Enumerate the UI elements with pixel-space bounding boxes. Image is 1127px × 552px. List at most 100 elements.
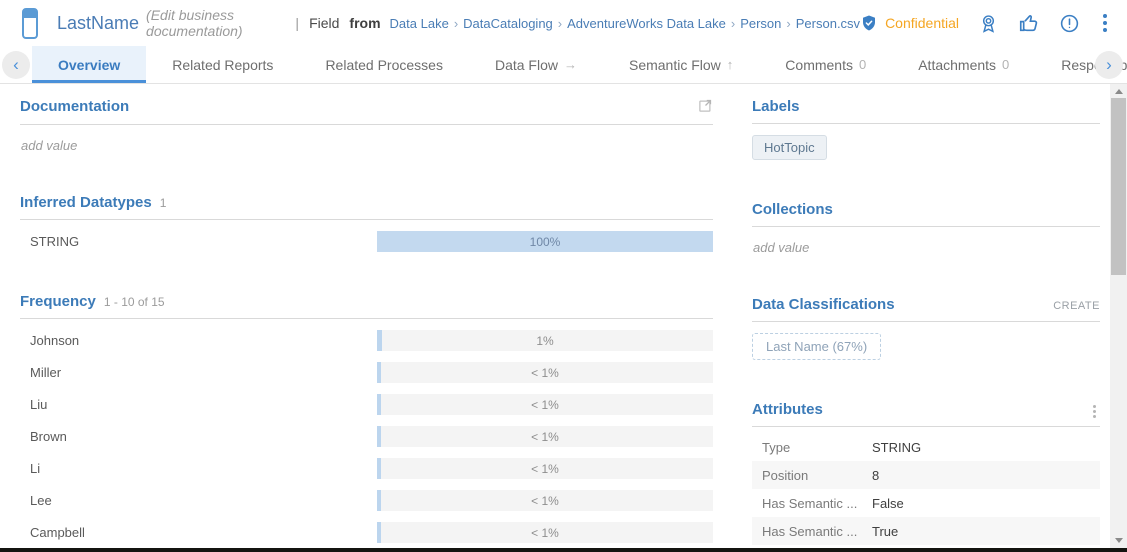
attributes-kebab-menu-icon[interactable] — [1093, 405, 1096, 418]
frequency-row: Miller < 1% — [20, 362, 713, 383]
scrollbar-down-button[interactable] — [1110, 533, 1127, 548]
tab-attachments[interactable]: Attachments0 — [892, 46, 1035, 83]
frequency-label: Liu — [20, 397, 377, 412]
main-content: Documentation add value Inferred Datatyp… — [20, 84, 713, 552]
tabs: Overview Related Reports Related Process… — [32, 46, 1127, 83]
attribute-value: STRING — [872, 440, 921, 455]
kebab-menu-icon[interactable] — [1099, 12, 1111, 34]
create-button[interactable]: CREATE — [1053, 300, 1100, 312]
frequency-bar-fill — [377, 330, 382, 351]
frequency-bar: < 1% — [377, 522, 713, 543]
frequency-bar-fill — [377, 362, 381, 383]
arrow-up-icon: ↑ — [727, 57, 734, 72]
datatype-row: STRING 100% — [20, 231, 713, 252]
field-column-icon — [22, 8, 38, 39]
frequency-label: Miller — [20, 365, 377, 380]
attributes-section-header: Attributes — [752, 387, 1100, 427]
field-column-icon-cap — [24, 10, 36, 18]
frequency-label: Li — [20, 461, 377, 476]
data-classifications-title: Data Classifications — [752, 296, 895, 313]
award-ribbon-icon[interactable] — [978, 13, 999, 34]
tabs-scroll-left-button[interactable]: ‹ — [2, 51, 30, 79]
frequency-bar: < 1% — [377, 362, 713, 383]
comments-count: 0 — [859, 57, 866, 72]
classification-label: Confidential — [885, 15, 959, 31]
frequency-row: Lee < 1% — [20, 490, 713, 511]
tab-semantic-flow[interactable]: Semantic Flow↑ — [603, 46, 759, 83]
labels-chips: HotTopic — [752, 124, 1100, 160]
frequency-value: < 1% — [531, 494, 559, 508]
tab-data-flow[interactable]: Data Flow→ — [469, 46, 603, 83]
attachments-count: 0 — [1002, 57, 1009, 72]
vertical-scrollbar[interactable] — [1110, 84, 1127, 548]
frequency-row: Johnson 1% — [20, 330, 713, 351]
edit-documentation-link[interactable]: (Edit business documentation) — [146, 7, 285, 39]
collections-section-header: Collections — [752, 187, 1100, 227]
frequency-bar-fill — [377, 490, 381, 511]
inferred-datatypes-title: Inferred Datatypes — [20, 194, 152, 211]
exclamation-circle-icon[interactable] — [1059, 13, 1080, 34]
frequency-label: Lee — [20, 493, 377, 508]
breadcrumb-item[interactable]: Person.csv — [796, 16, 860, 31]
attribute-label: Position — [752, 468, 872, 483]
breadcrumb-separator: › — [786, 16, 790, 31]
frequency-bar-fill — [377, 522, 381, 543]
attribute-row: Type STRING — [752, 433, 1100, 461]
shield-check-icon — [860, 14, 878, 32]
scrollbar-up-button[interactable] — [1110, 84, 1127, 99]
entity-type-label: Field — [309, 15, 339, 31]
frequency-value: 1% — [536, 334, 553, 348]
frequency-value: < 1% — [531, 398, 559, 412]
expand-icon[interactable] — [698, 98, 713, 116]
frequency-range: 1 - 10 of 15 — [104, 295, 165, 309]
inferred-datatypes-section-header: Inferred Datatypes 1 — [20, 180, 713, 220]
tabs-scroll-right-button[interactable]: › — [1095, 51, 1123, 79]
scrollbar-thumb[interactable] — [1111, 98, 1126, 275]
attribute-row: Has Semantic ... True — [752, 517, 1100, 545]
triangle-down-icon — [1115, 538, 1123, 543]
arrow-right-icon: → — [564, 57, 577, 72]
datatype-label: STRING — [20, 234, 377, 249]
frequency-row: Campbell < 1% — [20, 522, 713, 543]
tab-bar: ‹ Overview Related Reports Related Proce… — [0, 46, 1127, 84]
frequency-bar: < 1% — [377, 426, 713, 447]
datatype-value: 100% — [530, 235, 561, 249]
labels-title: Labels — [752, 98, 800, 115]
frequency-bar: < 1% — [377, 490, 713, 511]
breadcrumb-item[interactable]: Person — [740, 16, 781, 31]
tab-overview[interactable]: Overview — [32, 46, 146, 83]
collections-title: Collections — [752, 201, 833, 218]
data-classification-chips: Last Name (67%) — [752, 322, 1100, 360]
tab-related-processes[interactable]: Related Processes — [299, 46, 469, 83]
frequency-bar-fill — [377, 426, 381, 447]
frequency-value: < 1% — [531, 462, 559, 476]
breadcrumb-item[interactable]: AdventureWorks Data Lake — [567, 16, 726, 31]
collections-add-value[interactable]: add value — [752, 227, 1100, 255]
frequency-bar-fill — [377, 458, 381, 479]
frequency-label: Johnson — [20, 333, 377, 348]
breadcrumb-item[interactable]: Data Lake — [390, 16, 449, 31]
classification-badge[interactable]: Confidential — [860, 14, 959, 32]
label-chip[interactable]: HotTopic — [752, 135, 827, 160]
breadcrumb-separator: › — [558, 16, 562, 31]
breadcrumb-item[interactable]: DataCataloging — [463, 16, 553, 31]
attribute-label: Type — [752, 440, 872, 455]
frequency-title: Frequency — [20, 293, 96, 310]
data-classifications-section-header: Data Classifications CREATE — [752, 282, 1100, 322]
labels-section-header: Labels — [752, 84, 1100, 124]
frequency-value: < 1% — [531, 526, 559, 540]
tab-related-reports[interactable]: Related Reports — [146, 46, 299, 83]
header-divider: | — [295, 15, 299, 31]
tab-comments[interactable]: Comments0 — [759, 46, 892, 83]
breadcrumb: Data Lake › DataCataloging › AdventureWorks … — [390, 16, 861, 31]
documentation-add-value[interactable]: add value — [20, 125, 713, 153]
documentation-title: Documentation — [20, 98, 129, 115]
data-classification-chip[interactable]: Last Name (67%) — [752, 333, 881, 360]
app-window: LastName (Edit business documentation) |… — [0, 0, 1127, 552]
frequency-value: < 1% — [531, 366, 559, 380]
datatype-bar: 100% — [377, 231, 713, 252]
frequency-bar: < 1% — [377, 394, 713, 415]
attributes-title: Attributes — [752, 401, 823, 418]
thumbs-up-icon[interactable] — [1018, 12, 1040, 34]
frequency-bar-fill — [377, 394, 381, 415]
